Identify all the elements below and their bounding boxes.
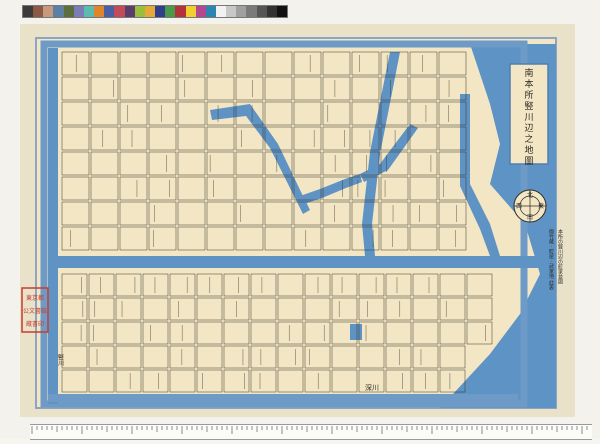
color-swatch — [226, 6, 237, 17]
color-swatch — [83, 6, 95, 17]
compass-rose: 北 東 南 西 — [513, 189, 547, 223]
color-checker-bar — [22, 5, 288, 18]
bottom-canal — [48, 394, 518, 402]
color-swatch — [23, 6, 34, 17]
color-swatch — [144, 6, 156, 17]
legend-note-2: 御竹蔵 · 町屋 · 武家地 此表 — [548, 228, 554, 291]
stamp-line-2: 公文書館 — [23, 307, 47, 315]
ruler-ticks — [31, 426, 588, 434]
compass-south: 南 — [527, 213, 533, 221]
color-swatch — [276, 6, 288, 17]
color-swatch — [114, 6, 125, 17]
color-swatch — [63, 6, 74, 17]
color-swatch — [134, 6, 145, 17]
color-swatch — [266, 6, 277, 17]
color-swatch — [124, 6, 135, 17]
scale-ruler — [30, 424, 592, 440]
color-swatch — [33, 6, 44, 17]
stamp-line-1: 東京都 — [26, 294, 44, 302]
legend-note-1: 本所の竪川辺の町家並図 — [557, 228, 563, 285]
color-swatch — [94, 6, 105, 17]
color-swatch — [53, 6, 64, 17]
left-canal — [48, 48, 58, 404]
compass-east: 東 — [538, 202, 544, 210]
color-swatch — [256, 6, 267, 17]
color-swatch — [195, 6, 206, 17]
bottom-inlet — [350, 324, 362, 340]
canal-side-label: 竪川 — [57, 354, 64, 366]
color-swatch — [165, 6, 176, 17]
color-swatch — [155, 6, 166, 17]
color-swatch — [236, 6, 247, 17]
color-swatch — [215, 6, 227, 17]
color-swatch — [205, 6, 216, 17]
stamp-line-3: 蔵書印 — [26, 320, 44, 328]
color-swatch — [104, 6, 115, 17]
color-swatch — [73, 6, 84, 17]
color-swatch — [185, 6, 196, 17]
compass-north: 北 — [527, 191, 533, 199]
color-swatch — [175, 6, 186, 17]
compass-west: 西 — [516, 203, 522, 210]
color-swatch — [43, 6, 54, 17]
bottom-district-label: 深川 — [365, 383, 379, 392]
map-sheet: 南本所竪川辺之地圖 北 東 南 西 本所の竪川辺の町家並図 御竹蔵 · 町屋 ·… — [20, 24, 575, 417]
color-swatch — [246, 6, 257, 17]
map-title: 南本所竪川辺之地圖 — [524, 67, 533, 167]
tatekawa-canal — [48, 256, 538, 268]
